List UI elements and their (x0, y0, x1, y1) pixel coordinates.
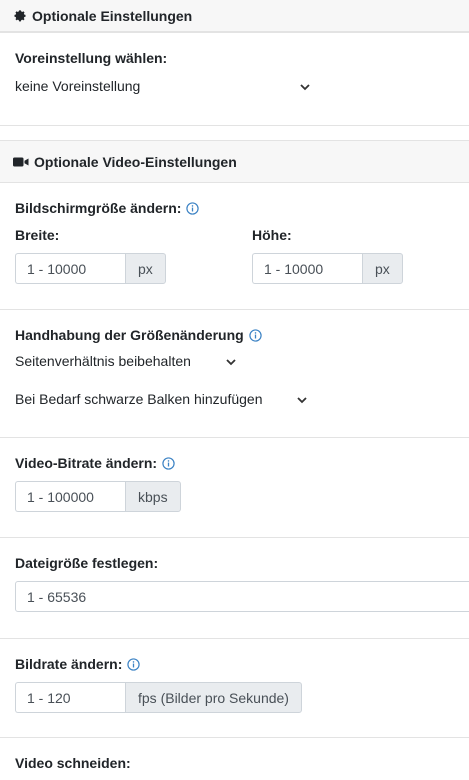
video-settings-header: Optionale Video-Einstellungen (0, 140, 469, 183)
screen-size-label-text: Bildschirmgröße ändern: (15, 200, 182, 216)
bitrate-label-text: Video-Bitrate ändern: (15, 455, 158, 471)
screen-size-label: Bildschirmgröße ändern: (15, 200, 200, 216)
black-bars-value[interactable]: Bei Bedarf schwarze Balken hinzufügen (15, 391, 316, 407)
resize-mode-value[interactable]: Seitenverhältnis beibehalten (15, 353, 245, 369)
info-icon[interactable] (248, 328, 262, 342)
optional-settings-header: Optionale Einstellungen (0, 0, 469, 32)
framerate-input-group: fps (Bilder pro Sekunde) (15, 682, 302, 713)
filesize-section: Dateigröße festlegen: (0, 538, 469, 639)
bitrate-unit: kbps (125, 481, 181, 512)
video-camera-icon (13, 156, 29, 168)
preset-select[interactable]: keine Voreinstellung (15, 78, 319, 94)
filesize-input[interactable] (15, 581, 469, 612)
optional-settings-title: Optionale Einstellungen (32, 7, 193, 24)
preset-label: Voreinstellung wählen: (15, 50, 168, 66)
resize-label: Handhabung der Größenänderung (15, 327, 262, 343)
gear-icon (13, 9, 27, 23)
screen-size-section: Bildschirmgröße ändern: Breite: px Höhe:… (0, 183, 469, 310)
width-input-group: px (15, 253, 166, 284)
video-settings-title: Optionale Video-Einstellungen (34, 153, 237, 170)
framerate-section: Bildrate ändern: fps (Bilder pro Sekunde… (0, 639, 469, 738)
resize-label-text: Handhabung der Größenänderung (15, 327, 244, 343)
width-unit: px (125, 253, 166, 284)
width-input[interactable] (15, 253, 125, 284)
bitrate-input-group: kbps (15, 481, 181, 512)
black-bars-select[interactable]: Bei Bedarf schwarze Balken hinzufügen (15, 391, 316, 407)
info-icon[interactable] (127, 657, 141, 671)
info-icon[interactable] (162, 456, 175, 470)
info-icon[interactable] (186, 201, 200, 215)
resize-section: Handhabung der Größenänderung Seitenverh… (0, 310, 469, 438)
bitrate-input[interactable] (15, 481, 125, 512)
preset-section: Voreinstellung wählen: keine Voreinstell… (0, 32, 469, 126)
framerate-label: Bildrate ändern: (15, 656, 141, 672)
framerate-unit: fps (Bilder pro Sekunde) (125, 682, 302, 713)
height-label: Höhe: (252, 227, 292, 243)
framerate-label-text: Bildrate ändern: (15, 656, 123, 672)
bitrate-section: Video-Bitrate ändern: kbps (0, 438, 469, 538)
filesize-label: Dateigröße festlegen: (15, 555, 159, 571)
preset-select-value[interactable]: keine Voreinstellung (15, 78, 319, 94)
width-label: Breite: (15, 227, 60, 243)
height-input-group: px (252, 253, 403, 284)
framerate-input[interactable] (15, 682, 125, 713)
height-input[interactable] (252, 253, 362, 284)
bitrate-label: Video-Bitrate ändern: (15, 455, 175, 471)
trim-label: Video schneiden: (15, 755, 131, 771)
resize-mode-select[interactable]: Seitenverhältnis beibehalten (15, 353, 245, 369)
height-unit: px (362, 253, 403, 284)
trim-section: Video schneiden: (0, 738, 469, 780)
